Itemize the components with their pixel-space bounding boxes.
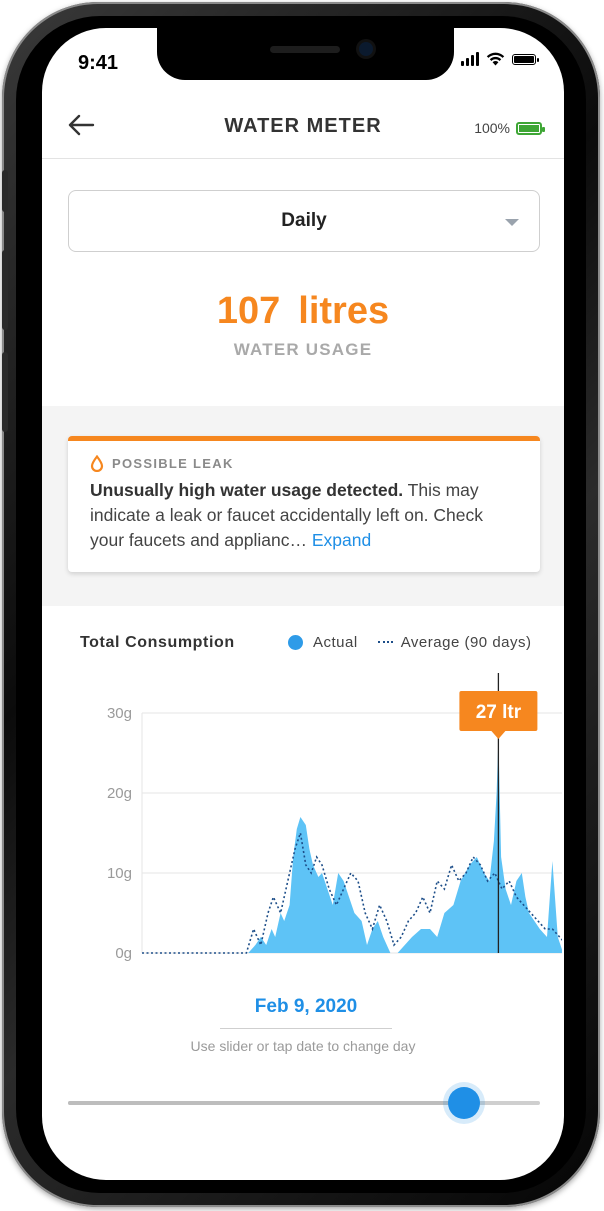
usage-number: 107 xyxy=(216,290,281,332)
alert-header: POSSIBLE LEAK xyxy=(90,455,518,472)
chart-legend: Actual Average (90 days) xyxy=(288,634,532,651)
day-slider[interactable] xyxy=(68,1087,540,1119)
period-dropdown-value: Daily xyxy=(281,210,327,231)
leak-alert-card: POSSIBLE LEAK Unusually high water usage… xyxy=(68,436,540,572)
slider-thumb[interactable] xyxy=(448,1087,480,1119)
tooltip-text: 27 ltr xyxy=(476,702,522,723)
x-tick-label: 12AM xyxy=(554,970,562,973)
app-header: WATER METER 100% xyxy=(42,98,564,159)
notch xyxy=(157,28,454,80)
x-tick-label: 8AM xyxy=(271,970,302,973)
alert-message: Unusually high water usage detected. Thi… xyxy=(90,478,518,553)
status-time: 9:41 xyxy=(78,52,119,74)
x-tick-label: 4PM xyxy=(415,970,446,973)
alert-bold-text: Unusually high water usage detected. xyxy=(90,480,404,500)
chart-title: Total Consumption xyxy=(80,634,235,651)
speaker-grille xyxy=(270,46,340,53)
alert-label: POSSIBLE LEAK xyxy=(112,456,234,471)
volume-up-button xyxy=(2,250,8,330)
dropdown-caret-icon xyxy=(505,219,519,226)
period-dropdown[interactable]: Daily xyxy=(68,190,540,252)
legend-actual-marker xyxy=(288,635,303,650)
x-tick-label: 8PM xyxy=(487,970,518,973)
y-tick-label: 0g xyxy=(115,945,132,962)
consumption-chart[interactable]: 0g 10g 20g 30g 12AM 4AM 8AM 12PM 4PM 8PM 12AM 27 lt… xyxy=(62,673,562,973)
slider-fill xyxy=(68,1101,464,1105)
tooltip-pointer xyxy=(491,731,506,739)
legend-actual-label: Actual xyxy=(313,634,358,651)
mute-switch xyxy=(2,170,8,212)
meter-battery-label: 100% xyxy=(474,120,510,136)
y-tick-label: 10g xyxy=(107,865,132,882)
meter-battery-icon xyxy=(516,121,545,135)
volume-down-button xyxy=(2,352,8,432)
y-tick-label: 30g xyxy=(107,705,132,722)
x-tick-label: 12PM xyxy=(338,970,377,973)
water-usage-value: 107 litres xyxy=(42,290,564,333)
front-camera xyxy=(359,42,373,56)
status-icons xyxy=(461,52,539,66)
app-screen: 9:41 WATER METER 100% Daily 107 litres WA… xyxy=(42,28,564,1180)
x-tick-label: 4AM xyxy=(199,970,230,973)
signal-icon xyxy=(461,52,479,66)
x-tick-label: 12AM xyxy=(122,970,161,973)
legend-average-label: Average (90 days) xyxy=(400,634,532,651)
meter-battery: 100% xyxy=(474,120,545,136)
usage-unit: litres xyxy=(298,290,390,332)
legend-average-marker xyxy=(377,640,393,645)
expand-link[interactable]: Expand xyxy=(312,530,371,550)
battery-icon xyxy=(512,53,539,65)
y-tick-label: 20g xyxy=(107,785,132,802)
wifi-icon xyxy=(486,52,505,66)
slider-hint: Use slider or tap date to change day xyxy=(190,1038,416,1054)
date-picker-button[interactable]: Feb 9, 2020 xyxy=(220,996,392,1029)
water-drop-icon xyxy=(90,455,104,472)
water-usage-label: WATER USAGE xyxy=(233,340,373,359)
